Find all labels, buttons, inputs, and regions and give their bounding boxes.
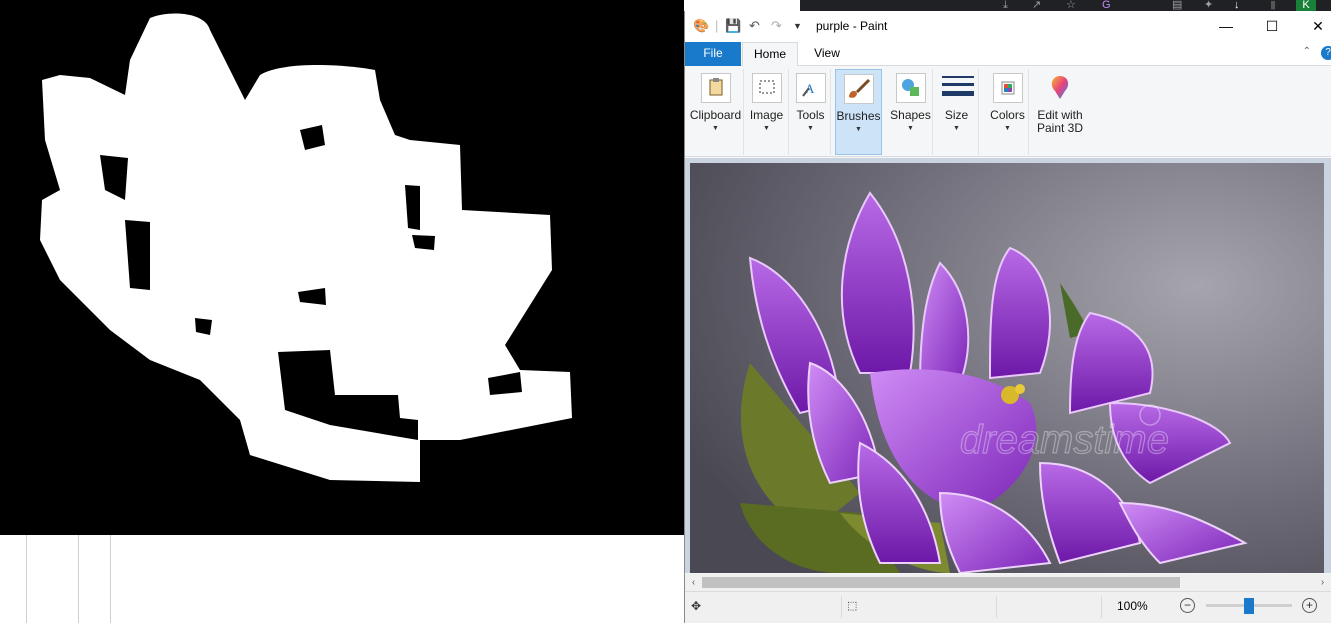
- status-bar: ✥ ⬚ 100% − +: [685, 591, 1331, 623]
- chevron-down-icon: ▼: [763, 125, 770, 132]
- close-button[interactable]: ✕: [1295, 11, 1331, 41]
- group-label: Tools: [796, 108, 825, 122]
- group-label: Brushes: [836, 109, 881, 123]
- chevron-down-icon: ▼: [712, 125, 719, 132]
- tab-home[interactable]: Home: [742, 42, 798, 66]
- share-icon[interactable]: ↗: [1032, 0, 1041, 11]
- group-clipboard[interactable]: Clipboard ▼: [688, 69, 744, 155]
- separator: |: [715, 18, 719, 33]
- divider: [1101, 596, 1102, 618]
- group-colors[interactable]: Colors ▼: [987, 69, 1029, 155]
- help-icon[interactable]: ?: [1321, 46, 1331, 60]
- zoom-out-button[interactable]: −: [1180, 598, 1195, 613]
- paint3d-icon: [1045, 73, 1075, 103]
- divider: [26, 535, 27, 623]
- watermark-text: dreamstime: [960, 418, 1169, 462]
- divider: [841, 596, 842, 618]
- canvas-image[interactable]: dreamstime: [690, 163, 1324, 573]
- avatar[interactable]: K: [1296, 0, 1316, 11]
- group-tools[interactable]: A Tools ▼: [791, 69, 831, 155]
- ribbon-tabs: File Home View ⌃ ?: [685, 41, 1331, 66]
- window-title: purple - Paint: [816, 19, 888, 33]
- zoom-slider-thumb[interactable]: [1244, 598, 1254, 614]
- mask-image-window: [0, 0, 684, 535]
- group-image[interactable]: Image ▼: [745, 69, 789, 155]
- clipboard-ext-icon[interactable]: ▤: [1172, 0, 1182, 11]
- divider: [78, 535, 79, 623]
- palette-icon: [992, 73, 1023, 103]
- background-window-lines: [0, 535, 684, 623]
- collapse-ribbon-icon[interactable]: ⌃: [1303, 46, 1311, 57]
- group-brushes[interactable]: Brushes ▼: [835, 69, 882, 155]
- brush-icon: [843, 74, 874, 104]
- puzzle-icon[interactable]: ✦: [1204, 0, 1213, 11]
- desktop: ⤓ ↗ ☆ G ▤ ✦ ↓ ▮ K 🎨 | 💾 ↶ ↷ ▼ purple - P…: [0, 0, 1331, 623]
- extension-g-icon[interactable]: G: [1102, 0, 1111, 11]
- clipboard-icon: [700, 73, 731, 103]
- selection-size-icon: ⬚: [847, 600, 858, 612]
- paint-window: 🎨 | 💾 ↶ ↷ ▼ purple - Paint — ☐ ✕ File Ho…: [684, 11, 1331, 623]
- tab-file[interactable]: File: [685, 42, 741, 66]
- zoom-in-button[interactable]: +: [1302, 598, 1317, 613]
- group-label: Size: [944, 108, 969, 122]
- browser-toolbar-strip: ⤓ ↗ ☆ G ▤ ✦ ↓ ▮ K: [800, 0, 1331, 11]
- shapes-icon: [895, 73, 926, 103]
- horizontal-scrollbar[interactable]: ‹ ›: [685, 574, 1331, 591]
- tab-view[interactable]: View: [803, 42, 851, 66]
- star-icon[interactable]: ☆: [1066, 0, 1076, 11]
- undo-icon[interactable]: ↶: [749, 18, 760, 34]
- ribbon: Clipboard ▼ Image ▼ A Tools ▼ Brushes ▼ …: [685, 67, 1331, 157]
- line-size-icon: [941, 73, 974, 103]
- lotus-photo: dreamstime: [690, 163, 1324, 573]
- redo-icon[interactable]: ↷: [771, 18, 782, 34]
- move-cursor-icon: ✥: [691, 599, 702, 613]
- title-bar: 🎨 | 💾 ↶ ↷ ▼ purple - Paint — ☐ ✕: [685, 11, 1331, 41]
- group-paint3d[interactable]: Edit with Paint 3D: [1031, 69, 1089, 155]
- group-size[interactable]: Size ▼: [935, 69, 979, 155]
- divider: [996, 596, 997, 618]
- paint-app-icon: 🎨: [693, 18, 710, 33]
- group-label: Colors: [990, 108, 1025, 122]
- maximize-button[interactable]: ☐: [1249, 11, 1295, 41]
- download-icon[interactable]: ⤓: [1003, 0, 1008, 11]
- download-arrow-icon[interactable]: ↓: [1234, 0, 1240, 11]
- group-label: Shapes: [890, 108, 931, 122]
- canvas-area: dreamstime: [685, 158, 1331, 573]
- group-label: Clipboard: [689, 108, 742, 122]
- chevron-down-icon: ▼: [855, 126, 862, 133]
- chevron-down-icon: ▼: [907, 125, 914, 132]
- flower-mask-drawing: [0, 0, 684, 535]
- chevron-down-icon: ▼: [1004, 125, 1011, 132]
- group-label: Edit with Paint 3D: [1036, 108, 1084, 135]
- group-shapes[interactable]: Shapes ▼: [889, 69, 933, 155]
- scroll-right-icon[interactable]: ›: [1314, 574, 1331, 591]
- chevron-down-icon: ▼: [953, 125, 960, 132]
- divider: [110, 535, 111, 623]
- scrollbar-thumb[interactable]: [702, 577, 1180, 588]
- save-icon[interactable]: 💾: [725, 18, 741, 34]
- tools-icon: A: [795, 73, 826, 103]
- zoom-level-text: 100%: [1117, 599, 1148, 613]
- svg-text:A: A: [805, 81, 815, 96]
- group-label: Image: [749, 108, 784, 122]
- customize-dropdown-icon[interactable]: ▼: [793, 21, 802, 31]
- sidebar-icon[interactable]: ▮: [1270, 0, 1276, 11]
- scroll-left-icon[interactable]: ‹: [685, 574, 702, 591]
- minimize-button[interactable]: —: [1203, 11, 1249, 41]
- chevron-down-icon: ▼: [807, 125, 814, 132]
- select-icon: [751, 73, 782, 103]
